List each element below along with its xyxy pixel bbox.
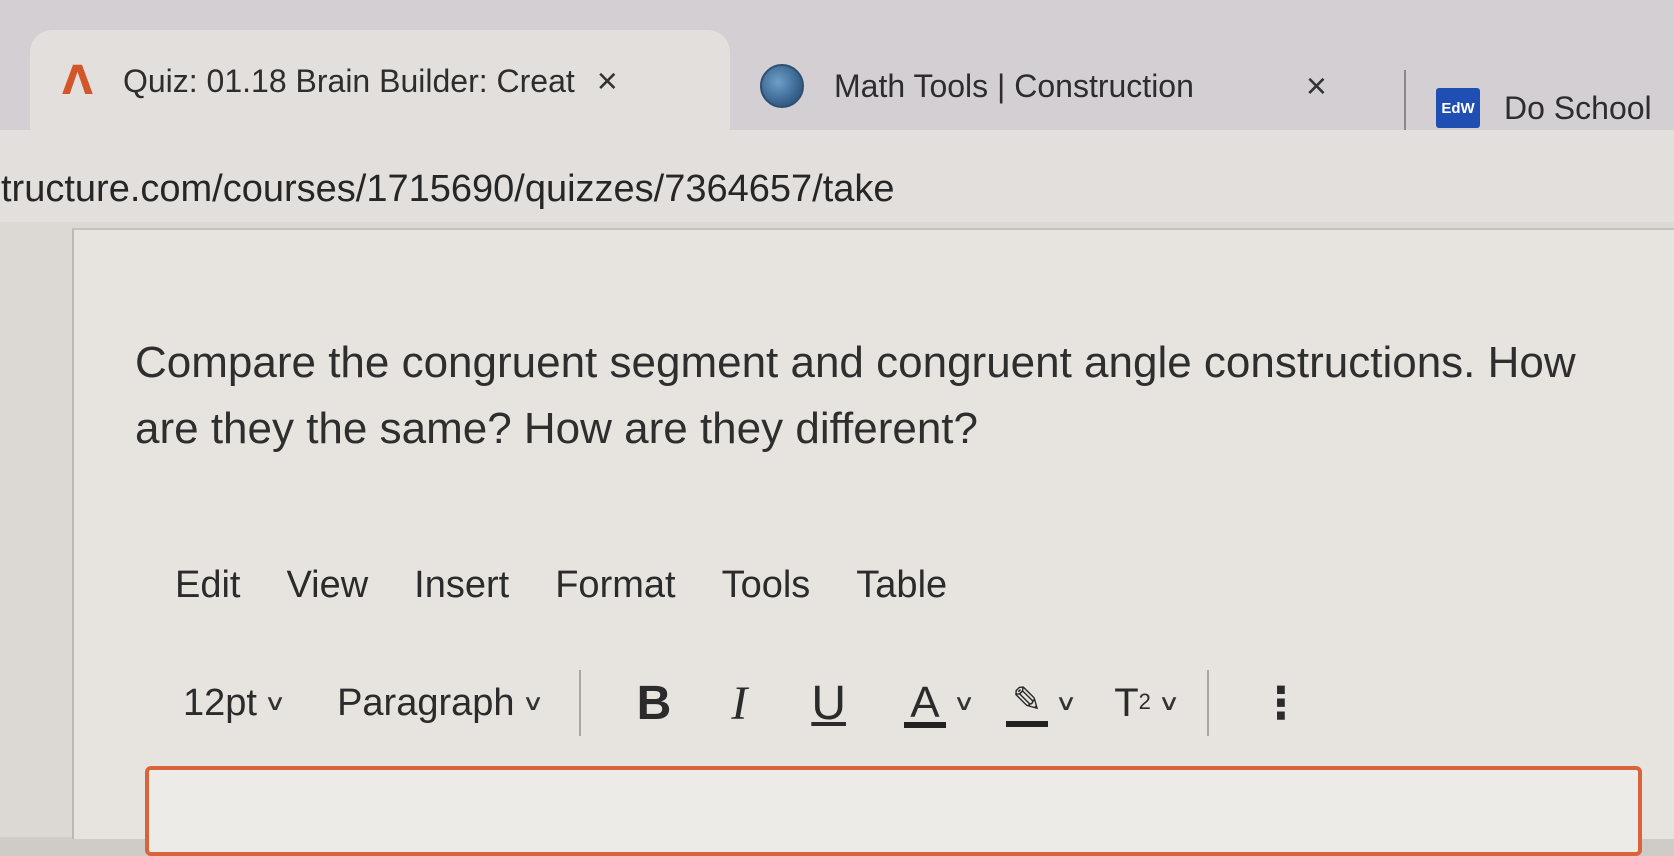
tab-title: Quiz: 01.18 Brain Builder: Creat [122, 62, 575, 99]
superscript-icon: T [1114, 680, 1139, 725]
close-tab-icon[interactable]: × [597, 60, 618, 102]
globe-icon [760, 64, 804, 108]
toolbar-divider [578, 670, 581, 736]
canvas-logo-icon: Λ [62, 58, 93, 104]
tab-title: Do School [1504, 89, 1652, 126]
text-color-icon: A [903, 678, 946, 728]
block-format-select[interactable]: Paragraph ∨ [337, 681, 544, 725]
address-url[interactable]: structure.com/courses/1715690/quizzes/73… [0, 168, 895, 211]
close-tab-icon[interactable]: × [1306, 65, 1327, 107]
quiz-question-panel [72, 228, 1674, 839]
tab-separator [1404, 70, 1406, 132]
tab-title: Math Tools | Construction [834, 67, 1194, 104]
text-color-button[interactable]: A ∨ [903, 678, 975, 728]
chevron-down-icon: ∨ [1157, 690, 1181, 715]
toolbar-divider [1207, 670, 1209, 736]
highlighter-icon: ✎ [1006, 679, 1049, 727]
underline-button[interactable]: U [811, 676, 846, 731]
block-format-value: Paragraph [337, 681, 515, 724]
highlight-color-button[interactable]: ✎ ∨ [1006, 679, 1077, 727]
chevron-down-icon: ∨ [952, 690, 976, 715]
chevron-down-icon: ∨ [1054, 690, 1078, 715]
menu-view[interactable]: View [286, 564, 368, 607]
italic-button[interactable]: I [731, 676, 747, 731]
menu-table[interactable]: Table [856, 564, 947, 607]
answer-editor[interactable] [145, 766, 1642, 856]
menu-tools[interactable]: Tools [722, 564, 811, 607]
bold-button[interactable]: B [637, 676, 672, 731]
superscript-button[interactable]: T2 ∨ [1114, 680, 1180, 726]
chevron-down-icon: ∨ [521, 690, 544, 715]
tab-math-tools[interactable]: Math Tools | Construction × [760, 56, 1327, 116]
menu-insert[interactable]: Insert [414, 564, 509, 607]
editor-toolbar: 12pt ∨ Paragraph ∨ B I U A ∨ ✎ ∨ T2 ∨ ⋮ [183, 668, 1303, 738]
tab-quiz[interactable]: Λ Quiz: 01.18 Brain Builder: Creat × [30, 30, 730, 132]
tab-strip: Λ Quiz: 01.18 Brain Builder: Creat × Mat… [0, 0, 1674, 132]
chevron-down-icon: ∨ [263, 690, 287, 715]
font-size-value: 12pt [183, 681, 257, 724]
menu-format[interactable]: Format [555, 564, 675, 607]
question-text: Compare the congruent segment and congru… [135, 338, 1576, 453]
font-size-select[interactable]: 12pt ∨ [183, 681, 286, 725]
tab-do-school[interactable]: EdW Do School [1436, 78, 1652, 138]
edw-icon: EdW [1436, 88, 1480, 128]
editor-menubar: Edit View Insert Format Tools Table [175, 564, 993, 607]
more-options-icon[interactable]: ⋮ [1259, 678, 1303, 729]
menu-edit[interactable]: Edit [175, 564, 240, 607]
